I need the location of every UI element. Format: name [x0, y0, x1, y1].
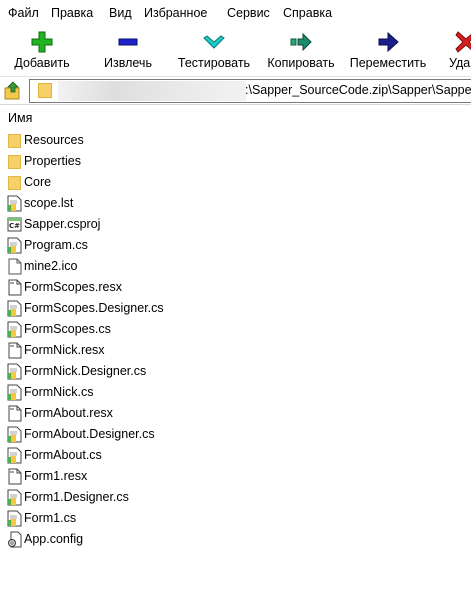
plus-icon [31, 31, 53, 53]
list-item[interactable]: FormNick.resx [0, 340, 471, 361]
item-name: App.config [24, 532, 84, 546]
column-header: Имя [0, 105, 471, 129]
csharp-project-icon: C# [7, 216, 22, 233]
test-label: Тестировать [177, 56, 251, 70]
text-file-icon [7, 195, 22, 212]
delete-button[interactable]: Уда [436, 26, 471, 76]
csharp-file-icon [7, 300, 22, 317]
item-name: FormScopes.resx [24, 280, 122, 294]
resource-file-icon [7, 342, 22, 359]
address-bar: :\Sapper_SourceCode.zip\Sapper\Sapper\ [0, 76, 471, 105]
csharp-file-icon [7, 426, 22, 443]
item-name: Program.cs [24, 238, 88, 252]
menu-help[interactable]: Справка [283, 6, 332, 20]
resource-file-icon [7, 468, 22, 485]
item-name: FormNick.Designer.cs [24, 364, 147, 378]
test-button[interactable]: Тестировать [172, 26, 256, 76]
folder-icon [8, 134, 21, 148]
list-item[interactable]: C# Sapper.csproj [0, 214, 471, 235]
item-name: Form1.Designer.cs [24, 490, 129, 504]
delete-x-icon [455, 31, 471, 53]
toolbar: Добавить Извлечь Тестировать Копировать … [0, 26, 471, 76]
item-name: Resources [24, 133, 84, 147]
list-item[interactable]: Core [0, 172, 471, 193]
csharp-file-icon [7, 384, 22, 401]
menu-bar: Файл Правка Вид Избранное Сервис Справка [0, 0, 471, 26]
item-name: FormScopes.cs [24, 322, 111, 336]
list-item[interactable]: FormAbout.cs [0, 445, 471, 466]
svg-text:C#: C# [9, 222, 20, 230]
blank-file-icon [7, 258, 22, 275]
csharp-file-icon [7, 510, 22, 527]
list-item[interactable]: Properties [0, 151, 471, 172]
item-name: FormScopes.Designer.cs [24, 301, 164, 315]
item-name: Properties [24, 154, 81, 168]
column-name-header[interactable]: Имя [8, 111, 32, 125]
item-name: FormNick.cs [24, 385, 94, 399]
list-item[interactable]: FormAbout.Designer.cs [0, 424, 471, 445]
list-item[interactable]: scope.lst [0, 193, 471, 214]
item-name: scope.lst [24, 196, 74, 210]
address-path: :\Sapper_SourceCode.zip\Sapper\Sapper\ [245, 83, 471, 97]
address-field[interactable]: :\Sapper_SourceCode.zip\Sapper\Sapper\ [29, 79, 471, 103]
list-item[interactable]: FormAbout.resx [0, 403, 471, 424]
list-item[interactable]: Program.cs [0, 235, 471, 256]
checkmark-icon [203, 35, 225, 49]
resource-file-icon [7, 405, 22, 422]
move-button[interactable]: Переместить [345, 26, 431, 76]
folder-icon [38, 83, 52, 98]
list-item[interactable]: Resources [0, 130, 471, 151]
folder-icon [8, 176, 21, 190]
list-item[interactable]: Form1.cs [0, 508, 471, 529]
add-button[interactable]: Добавить [0, 26, 84, 76]
list-item[interactable]: Form1.Designer.cs [0, 487, 471, 508]
menu-edit[interactable]: Правка [51, 6, 93, 20]
copy-button[interactable]: Копировать [258, 26, 344, 76]
list-item[interactable]: FormNick.Designer.cs [0, 361, 471, 382]
folder-icon [8, 155, 21, 169]
move-label: Переместить [349, 56, 427, 70]
item-name: Form1.cs [24, 511, 77, 525]
list-item[interactable]: Form1.resx [0, 466, 471, 487]
resource-file-icon [7, 279, 22, 296]
csharp-file-icon [7, 321, 22, 338]
menu-file[interactable]: Файл [8, 6, 39, 20]
list-item[interactable]: FormScopes.Designer.cs [0, 298, 471, 319]
list-item[interactable]: FormScopes.resx [0, 277, 471, 298]
item-name: FormAbout.resx [24, 406, 113, 420]
item-name: FormNick.resx [24, 343, 105, 357]
redacted-path [58, 81, 246, 101]
list-item[interactable]: App.config [0, 529, 471, 550]
csharp-file-icon [7, 363, 22, 380]
item-name: mine2.ico [24, 259, 78, 273]
item-name: FormAbout.Designer.cs [24, 427, 155, 441]
list-item[interactable]: FormScopes.cs [0, 319, 471, 340]
add-label: Добавить [14, 56, 70, 70]
item-name: Sapper.csproj [24, 217, 101, 231]
item-name: Form1.resx [24, 469, 88, 483]
menu-tools[interactable]: Сервис [227, 6, 270, 20]
csharp-file-icon [7, 489, 22, 506]
item-name: Core [24, 175, 52, 189]
copy-arrow-icon [290, 32, 312, 52]
menu-favorites[interactable]: Избранное [144, 6, 207, 20]
file-list: Имя Resources Properties Core scope.lst C# Sa… [0, 104, 471, 602]
extract-label: Извлечь [104, 56, 152, 70]
up-folder-icon[interactable] [2, 80, 24, 102]
list-item[interactable]: mine2.ico [0, 256, 471, 277]
move-arrow-icon [378, 31, 399, 53]
extract-button[interactable]: Извлечь [88, 26, 168, 76]
item-name: FormAbout.cs [24, 448, 102, 462]
copy-label: Копировать [267, 56, 335, 70]
delete-label: Уда [449, 56, 471, 70]
csharp-file-icon [7, 237, 22, 254]
list-item[interactable]: FormNick.cs [0, 382, 471, 403]
menu-view[interactable]: Вид [109, 6, 132, 20]
config-file-icon [7, 531, 22, 548]
csharp-file-icon [7, 447, 22, 464]
minus-icon [118, 38, 138, 46]
